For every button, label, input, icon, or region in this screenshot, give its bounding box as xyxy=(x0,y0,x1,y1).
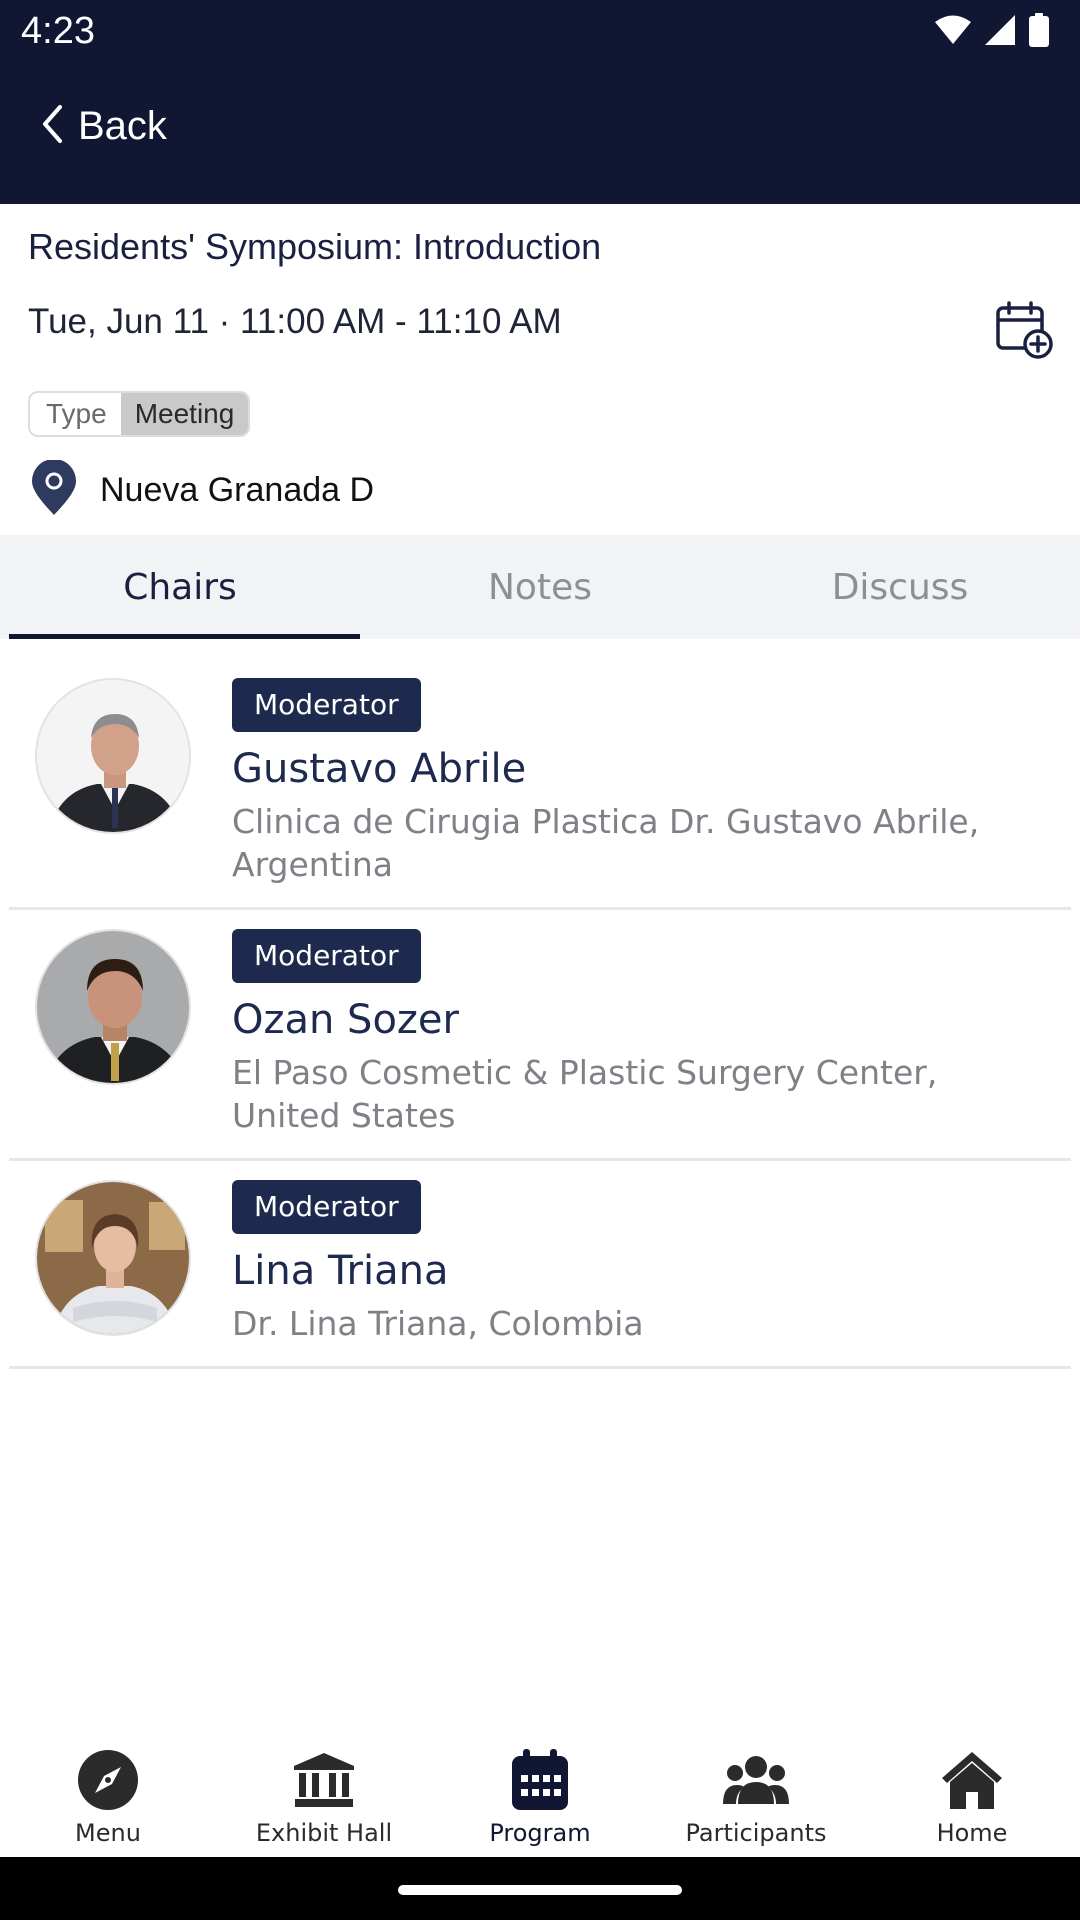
people-icon xyxy=(721,1747,791,1813)
chair-affiliation: Dr. Lina Triana, Colombia xyxy=(232,1304,644,1343)
bottom-nav: Menu Exhibit Hall Program Participants H… xyxy=(0,1730,1080,1857)
home-icon xyxy=(937,1747,1007,1813)
battery-icon xyxy=(1028,12,1050,52)
avatar xyxy=(35,929,191,1085)
session-type-chip: Type Meeting xyxy=(28,391,251,437)
wifi-icon xyxy=(934,15,972,50)
cell-signal-icon xyxy=(984,14,1016,51)
nav-label: Home xyxy=(936,1819,1008,1847)
compass-icon xyxy=(73,1747,143,1813)
chair-details: Moderator Gustavo Abrile Clinica de Ciru… xyxy=(232,678,1031,886)
add-to-calendar-button[interactable] xyxy=(994,300,1054,360)
type-value: Meeting xyxy=(120,393,249,435)
session-datetime: Tue, Jun 11 · 11:00 AM - 11:10 AM xyxy=(28,302,562,341)
avatar xyxy=(35,1180,191,1336)
chair-details: Moderator Lina Triana Dr. Lina Triana, C… xyxy=(232,1180,1031,1345)
list-item[interactable]: Moderator Gustavo Abrile Clinica de Ciru… xyxy=(9,640,1071,910)
status-bar: 4:23 xyxy=(0,0,1080,64)
status-time: 4:23 xyxy=(21,10,95,52)
app-header: 4:23 Back xyxy=(0,0,1080,204)
role-badge: Moderator xyxy=(232,678,421,732)
building-columns-icon xyxy=(289,1747,359,1813)
chair-details: Moderator Ozan Sozer El Paso Cosmetic & … xyxy=(232,929,1031,1137)
nav-exhibit-hall[interactable]: Exhibit Hall xyxy=(216,1730,432,1857)
calendar-icon xyxy=(505,1747,575,1813)
role-badge: Moderator xyxy=(232,1180,421,1234)
location-text: Nueva Granada D xyxy=(100,471,375,509)
location-pin-icon xyxy=(30,459,78,521)
nav-menu[interactable]: Menu xyxy=(0,1730,216,1857)
avatar xyxy=(35,678,191,834)
chairs-list: Moderator Gustavo Abrile Clinica de Ciru… xyxy=(0,640,1080,1369)
nav-participants[interactable]: Participants xyxy=(648,1730,864,1857)
type-label: Type xyxy=(30,393,121,435)
session-title: Residents' Symposium: Introduction xyxy=(28,226,602,267)
tab-bar: Chairs Notes Discuss xyxy=(0,535,1080,639)
status-icons xyxy=(934,12,1050,52)
home-gesture-handle[interactable] xyxy=(398,1885,682,1895)
chair-name: Gustavo Abrile xyxy=(232,746,527,792)
session-location: Nueva Granada D xyxy=(30,459,375,521)
list-item[interactable]: Moderator Ozan Sozer El Paso Cosmetic & … xyxy=(9,910,1071,1161)
chair-affiliation: El Paso Cosmetic & Plastic Surgery Cente… xyxy=(232,1053,938,1135)
chair-name: Lina Triana xyxy=(232,1248,449,1294)
tab-chairs[interactable]: Chairs xyxy=(0,535,360,639)
nav-label: Participants xyxy=(685,1819,827,1847)
role-badge: Moderator xyxy=(232,929,421,983)
nav-home[interactable]: Home xyxy=(864,1730,1080,1857)
chair-name: Ozan Sozer xyxy=(232,997,459,1043)
nav-label: Program xyxy=(489,1819,591,1847)
back-label: Back xyxy=(78,103,167,148)
list-item[interactable]: Moderator Lina Triana Dr. Lina Triana, C… xyxy=(9,1161,1071,1369)
calendar-add-icon xyxy=(994,301,1054,364)
nav-label: Menu xyxy=(75,1819,141,1847)
tab-notes[interactable]: Notes xyxy=(360,535,720,639)
chair-affiliation: Clinica de Cirugia Plastica Dr. Gustavo … xyxy=(232,802,980,884)
system-nav-bar xyxy=(0,1857,1080,1920)
nav-program[interactable]: Program xyxy=(432,1730,648,1857)
nav-label: Exhibit Hall xyxy=(255,1819,393,1847)
back-button[interactable]: Back xyxy=(40,96,167,156)
chevron-left-icon xyxy=(40,104,64,149)
tab-discuss[interactable]: Discuss xyxy=(720,535,1080,639)
